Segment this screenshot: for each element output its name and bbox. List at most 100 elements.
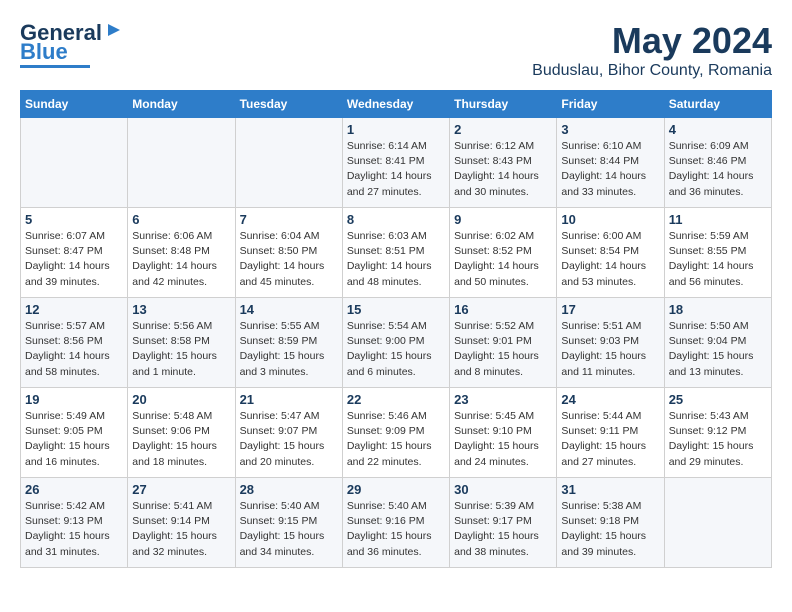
calendar-cell: 19 Sunrise: 5:49 AMSunset: 9:05 PMDayligh… (21, 388, 128, 478)
calendar-cell: 30Sunrise: 5:39 AMSunset: 9:17 PMDayligh… (450, 478, 557, 568)
weekday-header-sunday: Sunday (21, 91, 128, 118)
day-info: Sunrise: 6:12 AMSunset: 8:43 PMDaylight:… (454, 139, 552, 200)
day-info: Sunrise: 6:10 AMSunset: 8:44 PMDaylight:… (561, 139, 659, 200)
day-info: Sunrise: 5:56 AMSunset: 8:58 PMDaylight:… (132, 319, 230, 380)
day-number: 16 (454, 302, 552, 317)
calendar-header: SundayMondayTuesdayWednesdayThursdayFrid… (21, 91, 772, 118)
day-number: 13 (132, 302, 230, 317)
day-number: 5 (25, 212, 123, 227)
day-info: Sunrise: 6:14 AMSunset: 8:41 PMDaylight:… (347, 139, 445, 200)
calendar-cell: 9 Sunrise: 6:02 AMSunset: 8:52 PMDaylight… (450, 208, 557, 298)
day-info: Sunrise: 5:57 AMSunset: 8:56 PMDaylight:… (25, 319, 123, 380)
calendar-cell: 20 Sunrise: 5:48 AMSunset: 9:06 PMDayligh… (128, 388, 235, 478)
day-info: Sunrise: 6:06 AMSunset: 8:48 PMDaylight:… (132, 229, 230, 290)
day-number: 25 (669, 392, 767, 407)
day-number: 7 (240, 212, 338, 227)
calendar-week-row: 1 Sunrise: 6:14 AMSunset: 8:41 PMDaylight… (21, 118, 772, 208)
calendar-cell: 27Sunrise: 5:41 AMSunset: 9:14 PMDayligh… (128, 478, 235, 568)
calendar-cell: 11Sunrise: 5:59 AMSunset: 8:55 PMDayligh… (664, 208, 771, 298)
day-info: Sunrise: 5:50 AMSunset: 9:04 PMDaylight:… (669, 319, 767, 380)
calendar-cell: 26Sunrise: 5:42 AMSunset: 9:13 PMDayligh… (21, 478, 128, 568)
day-info: Sunrise: 6:04 AMSunset: 8:50 PMDaylight:… (240, 229, 338, 290)
day-number: 30 (454, 482, 552, 497)
calendar-cell: 25 Sunrise: 5:43 AMSunset: 9:12 PMDayligh… (664, 388, 771, 478)
day-info: Sunrise: 5:44 AMSunset: 9:11 PMDaylight:… (561, 409, 659, 470)
calendar-cell: 7 Sunrise: 6:04 AMSunset: 8:50 PMDaylight… (235, 208, 342, 298)
logo-arrow-icon (104, 20, 124, 40)
weekday-header-monday: Monday (128, 91, 235, 118)
calendar-cell: 31 Sunrise: 5:38 AMSunset: 9:18 PMDayligh… (557, 478, 664, 568)
day-number: 2 (454, 122, 552, 137)
day-info: Sunrise: 5:54 AMSunset: 9:00 PMDaylight:… (347, 319, 445, 380)
day-info: Sunrise: 5:49 AMSunset: 9:05 PMDaylight:… (25, 409, 123, 470)
calendar-cell (128, 118, 235, 208)
day-info: Sunrise: 5:43 AMSunset: 9:12 PMDaylight:… (669, 409, 767, 470)
calendar-body: 1 Sunrise: 6:14 AMSunset: 8:41 PMDaylight… (21, 118, 772, 568)
day-info: Sunrise: 5:45 AMSunset: 9:10 PMDaylight:… (454, 409, 552, 470)
day-number: 1 (347, 122, 445, 137)
calendar-cell: 5 Sunrise: 6:07 AMSunset: 8:47 PMDaylight… (21, 208, 128, 298)
day-info: Sunrise: 6:09 AMSunset: 8:46 PMDaylight:… (669, 139, 767, 200)
calendar-cell: 2 Sunrise: 6:12 AMSunset: 8:43 PMDaylight… (450, 118, 557, 208)
calendar-cell: 29 Sunrise: 5:40 AMSunset: 9:16 PMDayligh… (342, 478, 449, 568)
day-number: 28 (240, 482, 338, 497)
calendar-cell: 4Sunrise: 6:09 AMSunset: 8:46 PMDaylight… (664, 118, 771, 208)
day-info: Sunrise: 5:38 AMSunset: 9:18 PMDaylight:… (561, 499, 659, 560)
logo-blue-text: Blue (20, 41, 68, 63)
day-number: 20 (132, 392, 230, 407)
day-info: Sunrise: 5:51 AMSunset: 9:03 PMDaylight:… (561, 319, 659, 380)
day-info: Sunrise: 5:52 AMSunset: 9:01 PMDaylight:… (454, 319, 552, 380)
day-info: Sunrise: 5:47 AMSunset: 9:07 PMDaylight:… (240, 409, 338, 470)
calendar-cell: 10Sunrise: 6:00 AMSunset: 8:54 PMDayligh… (557, 208, 664, 298)
calendar-cell: 6 Sunrise: 6:06 AMSunset: 8:48 PMDaylight… (128, 208, 235, 298)
calendar-cell: 16 Sunrise: 5:52 AMSunset: 9:01 PMDayligh… (450, 298, 557, 388)
calendar-cell: 12Sunrise: 5:57 AMSunset: 8:56 PMDayligh… (21, 298, 128, 388)
calendar-week-row: 19 Sunrise: 5:49 AMSunset: 9:05 PMDayligh… (21, 388, 772, 478)
day-info: Sunrise: 5:40 AMSunset: 9:16 PMDaylight:… (347, 499, 445, 560)
day-number: 10 (561, 212, 659, 227)
calendar-table: SundayMondayTuesdayWednesdayThursdayFrid… (20, 90, 772, 568)
day-number: 23 (454, 392, 552, 407)
calendar-cell: 17 Sunrise: 5:51 AMSunset: 9:03 PMDayligh… (557, 298, 664, 388)
calendar-week-row: 5 Sunrise: 6:07 AMSunset: 8:47 PMDaylight… (21, 208, 772, 298)
calendar-cell: 8Sunrise: 6:03 AMSunset: 8:51 PMDaylight… (342, 208, 449, 298)
weekday-header-saturday: Saturday (664, 91, 771, 118)
day-number: 18 (669, 302, 767, 317)
calendar-cell: 24Sunrise: 5:44 AMSunset: 9:11 PMDayligh… (557, 388, 664, 478)
calendar-cell: 15 Sunrise: 5:54 AMSunset: 9:00 PMDayligh… (342, 298, 449, 388)
logo: General Blue (20, 20, 124, 68)
day-info: Sunrise: 5:46 AMSunset: 9:09 PMDaylight:… (347, 409, 445, 470)
day-number: 26 (25, 482, 123, 497)
day-info: Sunrise: 6:07 AMSunset: 8:47 PMDaylight:… (25, 229, 123, 290)
day-number: 31 (561, 482, 659, 497)
page-header: General Blue May 2024 Buduslau, Bihor Co… (20, 20, 772, 80)
day-number: 15 (347, 302, 445, 317)
day-number: 19 (25, 392, 123, 407)
day-info: Sunrise: 6:02 AMSunset: 8:52 PMDaylight:… (454, 229, 552, 290)
day-number: 27 (132, 482, 230, 497)
calendar-cell (21, 118, 128, 208)
calendar-cell: 13 Sunrise: 5:56 AMSunset: 8:58 PMDayligh… (128, 298, 235, 388)
day-info: Sunrise: 5:48 AMSunset: 9:06 PMDaylight:… (132, 409, 230, 470)
day-number: 29 (347, 482, 445, 497)
weekday-header-friday: Friday (557, 91, 664, 118)
day-number: 22 (347, 392, 445, 407)
logo-underline (20, 65, 90, 68)
title-block: May 2024 Buduslau, Bihor County, Romania (532, 20, 772, 80)
calendar-cell: 3 Sunrise: 6:10 AMSunset: 8:44 PMDaylight… (557, 118, 664, 208)
calendar-week-row: 12Sunrise: 5:57 AMSunset: 8:56 PMDayligh… (21, 298, 772, 388)
weekday-header-thursday: Thursday (450, 91, 557, 118)
day-info: Sunrise: 5:55 AMSunset: 8:59 PMDaylight:… (240, 319, 338, 380)
day-number: 3 (561, 122, 659, 137)
day-number: 17 (561, 302, 659, 317)
day-info: Sunrise: 6:03 AMSunset: 8:51 PMDaylight:… (347, 229, 445, 290)
day-info: Sunrise: 5:40 AMSunset: 9:15 PMDaylight:… (240, 499, 338, 560)
calendar-week-row: 26Sunrise: 5:42 AMSunset: 9:13 PMDayligh… (21, 478, 772, 568)
calendar-cell: 21Sunrise: 5:47 AMSunset: 9:07 PMDayligh… (235, 388, 342, 478)
calendar-cell: 18 Sunrise: 5:50 AMSunset: 9:04 PMDayligh… (664, 298, 771, 388)
calendar-cell (664, 478, 771, 568)
calendar-cell: 22 Sunrise: 5:46 AMSunset: 9:09 PMDayligh… (342, 388, 449, 478)
day-number: 6 (132, 212, 230, 227)
day-number: 9 (454, 212, 552, 227)
day-info: Sunrise: 5:59 AMSunset: 8:55 PMDaylight:… (669, 229, 767, 290)
